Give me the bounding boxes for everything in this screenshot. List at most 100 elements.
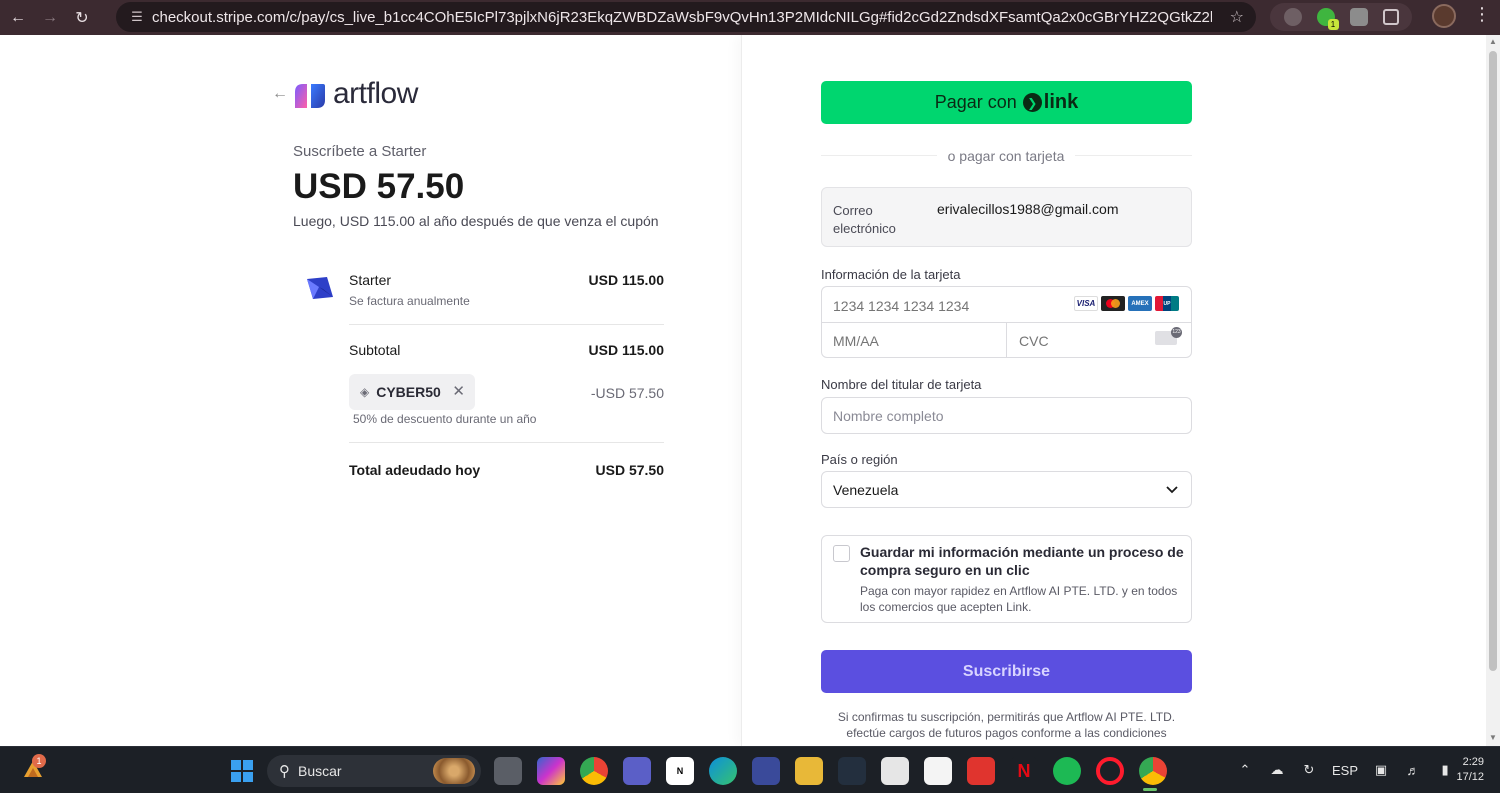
card-info-label: Información de la tarjeta bbox=[821, 267, 961, 282]
visa-icon: VISA bbox=[1074, 296, 1098, 311]
cardholder-label: Nombre del titular de tarjeta bbox=[821, 377, 982, 392]
scroll-up-icon[interactable]: ▲ bbox=[1489, 37, 1497, 46]
card-number-input[interactable] bbox=[833, 298, 1063, 314]
opera-icon[interactable] bbox=[1096, 757, 1124, 785]
column-divider bbox=[741, 35, 742, 746]
url-text[interactable]: checkout.stripe.com/c/pay/cs_live_b1cc4C… bbox=[152, 9, 1212, 26]
document-icon[interactable] bbox=[924, 757, 952, 785]
country-label: País o región bbox=[821, 452, 898, 467]
taskbar-apps: N N bbox=[494, 757, 1167, 785]
windows-start-icon[interactable] bbox=[230, 759, 254, 783]
address-bar[interactable]: ☰ checkout.stripe.com/c/pay/cs_live_b1cc… bbox=[116, 2, 1256, 32]
coupon-code: CYBER50 bbox=[376, 384, 441, 400]
divider bbox=[349, 442, 664, 443]
cvc-card-icon: 123 bbox=[1155, 327, 1182, 345]
extensions-group: 1 bbox=[1270, 3, 1412, 31]
extension-icon[interactable] bbox=[1283, 8, 1302, 26]
tag-icon: ◈ bbox=[360, 385, 370, 399]
puzzle-extensions-icon[interactable] bbox=[1382, 9, 1399, 25]
artflow-logo-icon bbox=[295, 84, 325, 108]
amazon-icon[interactable] bbox=[838, 757, 866, 785]
netflix-icon[interactable]: N bbox=[1010, 757, 1038, 785]
sync-icon[interactable]: ↻ bbox=[1300, 761, 1318, 779]
wps-icon[interactable] bbox=[967, 757, 995, 785]
total-value: USD 57.50 bbox=[595, 462, 664, 478]
teams-icon[interactable] bbox=[623, 757, 651, 785]
remove-coupon-icon[interactable]: ✕ bbox=[452, 382, 465, 400]
mastercard-icon bbox=[1101, 296, 1125, 311]
coupon-pill: ◈ CYBER50 ✕ bbox=[349, 374, 475, 410]
scroll-down-icon[interactable]: ▼ bbox=[1489, 733, 1497, 742]
microsoft-store-icon[interactable] bbox=[881, 757, 909, 785]
unionpay-icon: UP bbox=[1155, 296, 1179, 311]
email-value: erivalecillos1988@gmail.com bbox=[937, 201, 1119, 217]
chevron-up-icon[interactable]: ⌃ bbox=[1236, 761, 1254, 779]
task-view-icon[interactable] bbox=[494, 757, 522, 785]
email-label: Correo electrónico bbox=[833, 203, 896, 236]
extension-icon[interactable]: 1 bbox=[1316, 8, 1339, 30]
card-brands: VISA AMEX UP bbox=[1074, 296, 1179, 311]
expiry-input[interactable] bbox=[833, 333, 993, 349]
back-arrow-icon[interactable]: ← bbox=[272, 85, 288, 103]
subtotal-label: Subtotal bbox=[349, 342, 401, 358]
windows-taskbar: 1 ⚲ Buscar N N ⌃ ☁ ↻ ESP ▣ ♬ ▮ 2:29 17/1… bbox=[0, 746, 1500, 793]
search-icon: ⚲ bbox=[279, 763, 290, 780]
brand-name: artflow bbox=[333, 77, 418, 110]
cvc-input[interactable] bbox=[1019, 333, 1139, 349]
scroll-thumb[interactable] bbox=[1489, 51, 1497, 671]
coupon-note: 50% de descuento durante un año bbox=[353, 412, 537, 426]
system-tray: ⌃ ☁ ↻ ESP ▣ ♬ ▮ bbox=[1236, 761, 1454, 779]
app-icon[interactable] bbox=[752, 757, 780, 785]
language-indicator[interactable]: ESP bbox=[1332, 763, 1358, 778]
chrome-profile-icon[interactable] bbox=[1139, 757, 1167, 785]
spotify-icon[interactable] bbox=[1053, 757, 1081, 785]
email-field[interactable]: Correo electrónico erivalecillos1988@gma… bbox=[821, 187, 1192, 247]
or-pay-with-card: o pagar con tarjeta bbox=[937, 148, 1075, 164]
save-info-checkbox[interactable] bbox=[833, 545, 850, 562]
clock-date: 17/12 bbox=[1456, 771, 1484, 783]
link-button-prefix: Pagar con bbox=[934, 92, 1017, 112]
clock-time: 2:29 bbox=[1462, 756, 1484, 768]
country-select[interactable]: Venezuela bbox=[821, 471, 1192, 508]
legal-text: Si confirmas tu suscripción, permitirás … bbox=[837, 710, 1176, 740]
subscribe-button[interactable]: Suscribirse bbox=[821, 650, 1192, 693]
price-today: USD 57.50 bbox=[293, 167, 465, 206]
notification-badge: 1 bbox=[32, 754, 46, 768]
active-app-indicator bbox=[1143, 788, 1157, 791]
network-icon[interactable]: ▣ bbox=[1372, 761, 1390, 779]
page-scrollbar[interactable]: ▲ ▼ bbox=[1486, 35, 1500, 746]
search-label: Buscar bbox=[298, 763, 342, 779]
file-explorer-icon[interactable] bbox=[795, 757, 823, 785]
taskbar-search[interactable]: ⚲ Buscar bbox=[267, 755, 481, 787]
site-info-icon[interactable]: ☰ bbox=[122, 9, 152, 25]
price-note: Luego, USD 115.00 al año después de que … bbox=[293, 213, 659, 229]
forward-arrow-icon[interactable]: → bbox=[36, 4, 64, 32]
extension-icon[interactable] bbox=[1349, 8, 1368, 26]
save-info-title: Guardar mi información mediante un proce… bbox=[860, 544, 1184, 578]
reload-icon[interactable]: ↻ bbox=[68, 4, 96, 32]
volume-icon[interactable]: ♬ bbox=[1404, 761, 1422, 779]
chrome-icon[interactable] bbox=[580, 757, 608, 785]
notion-icon[interactable]: N bbox=[666, 757, 694, 785]
card-info-group: VISA AMEX UP 123 bbox=[821, 286, 1192, 358]
product-name: Starter bbox=[349, 272, 392, 288]
subtotal-value: USD 115.00 bbox=[588, 342, 665, 358]
save-info-box: Guardar mi información mediante un proce… bbox=[821, 535, 1192, 623]
browser-menu-icon[interactable]: ⋮ bbox=[1473, 4, 1491, 25]
profile-avatar[interactable] bbox=[1432, 4, 1456, 28]
link-arrow-icon: ❯ bbox=[1022, 93, 1042, 112]
bookmark-star-icon[interactable]: ☆ bbox=[1230, 7, 1244, 27]
divider bbox=[349, 324, 664, 325]
extension-badge: 1 bbox=[1327, 19, 1339, 30]
onedrive-icon[interactable]: ☁ bbox=[1268, 761, 1286, 779]
copilot-icon[interactable] bbox=[537, 757, 565, 785]
cardholder-name-input[interactable] bbox=[821, 397, 1192, 434]
back-arrow-icon[interactable]: ← bbox=[4, 4, 32, 32]
pay-with-link-button[interactable]: Pagar con ❯ link bbox=[821, 81, 1192, 124]
edge-icon[interactable] bbox=[709, 757, 737, 785]
clock[interactable]: 2:29 17/12 bbox=[1450, 755, 1484, 785]
total-label: Total adeudado hoy bbox=[349, 462, 481, 478]
coupon-amount: -USD 57.50 bbox=[590, 385, 664, 401]
search-highlight-image bbox=[433, 758, 475, 784]
chevron-down-icon bbox=[1166, 486, 1178, 494]
